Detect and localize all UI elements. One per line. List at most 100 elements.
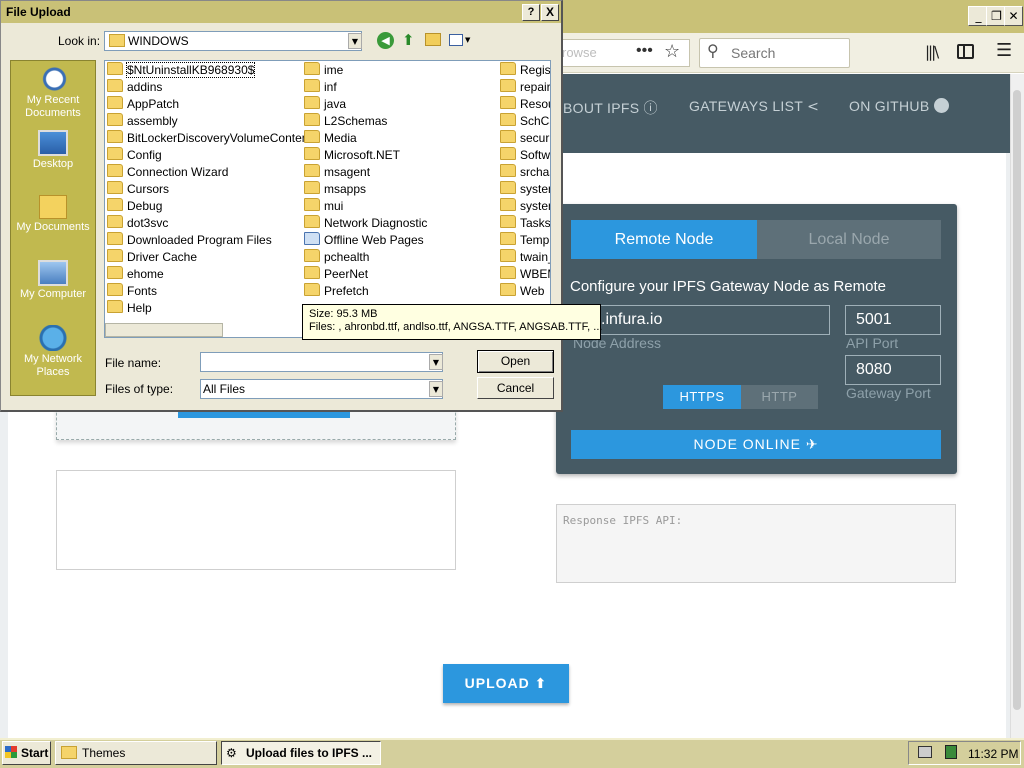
file-list-item[interactable]: Fonts [107, 283, 157, 299]
file-list-item[interactable]: Resour [500, 96, 550, 112]
place-desktop[interactable]: Desktop [10, 130, 96, 171]
file-list-item[interactable]: Media [304, 130, 357, 146]
api-port-field[interactable]: 5001 [845, 305, 941, 335]
node-online-label: NODE ONLINE [693, 436, 801, 452]
file-list-item[interactable]: repair [500, 79, 550, 95]
file-list-item[interactable]: Tasks [500, 215, 550, 231]
file-list-item[interactable]: Cursors [107, 181, 169, 197]
file-list-item[interactable]: inf [304, 79, 337, 95]
file-list-item[interactable]: twain_3 [500, 249, 550, 265]
file-list-item[interactable]: system3 [500, 198, 550, 214]
nav-about-ipfs[interactable]: BOUT IPFS ⓘ [563, 98, 658, 118]
folder-icon [107, 232, 123, 245]
file-list-item[interactable]: Prefetch [304, 283, 369, 299]
place-my-documents[interactable]: My Documents [10, 195, 96, 234]
new-folder-icon[interactable] [425, 33, 441, 46]
file-list-item[interactable]: BitLockerDiscoveryVolumeContents [107, 130, 318, 146]
chevron-down-icon[interactable]: ▼ [348, 33, 362, 49]
up-folder-icon[interactable]: ⬆ [402, 31, 415, 49]
recent-documents-icon [38, 66, 68, 92]
url-text: rowse [562, 45, 597, 60]
file-list-item[interactable]: msagent [304, 164, 370, 180]
chevron-down-icon[interactable]: ▼ [429, 381, 443, 397]
cancel-button[interactable]: Cancel [477, 377, 554, 399]
file-list-item[interactable]: addins [107, 79, 162, 95]
gateway-port-field[interactable]: 8080 [845, 355, 941, 385]
views-menu-icon[interactable] [449, 34, 463, 46]
network-places-icon [38, 325, 68, 351]
page-scroll-thumb[interactable] [1013, 90, 1021, 710]
nav-on-github[interactable]: ON GITHUB [849, 98, 949, 114]
file-list-item[interactable]: assembly [107, 113, 178, 129]
file-list-item[interactable]: AppPatch [107, 96, 179, 112]
file-list-item[interactable]: ehome [107, 266, 164, 282]
folder-icon [304, 198, 320, 211]
folder-icon [304, 96, 320, 109]
nav-gateways-list[interactable]: GATEWAYS LIST < [689, 98, 819, 115]
file-list-item[interactable]: PeerNet [304, 266, 368, 282]
upload-button[interactable]: UPLOAD ⬆ [443, 664, 569, 703]
file-list-item[interactable]: mui [304, 198, 343, 214]
back-icon[interactable]: ◀ [377, 32, 394, 49]
keyboard-icon[interactable] [918, 746, 932, 758]
http-toggle[interactable]: HTTP [741, 385, 818, 409]
file-list-item[interactable]: Config [107, 147, 162, 163]
open-button[interactable]: Open [477, 350, 554, 373]
file-list-item[interactable]: WBEM [500, 266, 550, 282]
file-list-item[interactable]: Downloaded Program Files [107, 232, 272, 248]
chevron-down-icon[interactable]: ▼ [465, 36, 470, 44]
folder-icon [107, 164, 123, 177]
sidebar-toggle-icon[interactable] [957, 44, 974, 59]
chevron-down-icon[interactable]: ▼ [429, 354, 443, 370]
output-textarea[interactable] [56, 470, 456, 570]
file-name-input[interactable] [200, 352, 443, 372]
library-icon[interactable]: |||\ [925, 43, 939, 61]
file-list-item[interactable]: msapps [304, 181, 366, 197]
file-list-item[interactable]: Microsoft.NET [304, 147, 400, 163]
file-list-item[interactable]: Connection Wizard [107, 164, 228, 180]
file-list-item[interactable]: srchass [500, 164, 550, 180]
dialog-help-button[interactable]: ? [522, 4, 540, 21]
file-list-item[interactable]: Temp [500, 232, 549, 248]
place-recent-documents[interactable]: My Recent Documents [10, 66, 96, 120]
file-column-1: $NtUninstallKB968930$ addins AppPatch assem… [107, 61, 318, 323]
node-online-button[interactable]: NODE ONLINE ✈ [571, 430, 941, 459]
file-list-item[interactable]: dot3svc [107, 215, 168, 231]
file-list-item[interactable]: L2Schemas [304, 113, 387, 129]
tab-local-node[interactable]: Local Node [757, 220, 941, 259]
folder-icon [107, 283, 123, 296]
page-actions-icon[interactable]: ••• [636, 42, 653, 60]
file-list-item[interactable]: pchealth [304, 249, 369, 265]
taskbar-item-themes[interactable]: Themes [55, 741, 217, 765]
tab-remote-node[interactable]: Remote Node [571, 220, 757, 259]
file-list-item[interactable]: Help [107, 300, 152, 316]
file-list-item[interactable]: Network Diagnostic [304, 215, 427, 231]
file-list-item[interactable]: Offline Web Pages [304, 232, 424, 248]
place-network-places[interactable]: My Network Places [10, 325, 96, 379]
hamburger-menu-icon[interactable]: ☰ [996, 40, 1012, 61]
place-my-computer[interactable]: My Computer [10, 260, 96, 301]
file-list-item[interactable]: Registr [500, 62, 550, 78]
file-list-item[interactable]: ime [304, 62, 343, 78]
folder-icon [61, 746, 77, 762]
file-list-scrollbar[interactable] [105, 323, 223, 337]
taskbar-item-upload[interactable]: ⚙ Upload files to IPFS ... [221, 741, 381, 765]
dialog-close-button[interactable]: X [541, 4, 559, 21]
bookmark-star-icon[interactable]: ☆ [664, 41, 680, 62]
https-toggle[interactable]: HTTPS [663, 385, 741, 409]
file-list-item[interactable]: Web [500, 283, 544, 299]
file-list-item[interactable]: system [500, 181, 550, 197]
file-list-item[interactable]: SchCac [500, 113, 550, 129]
file-list-item[interactable]: Softwa [500, 147, 550, 163]
file-list-item[interactable]: Debug [107, 198, 162, 214]
folder-icon [304, 62, 320, 75]
file-list-item[interactable]: security [500, 130, 550, 146]
network-icon[interactable] [945, 745, 957, 759]
node-address-field[interactable]: .infura.io [570, 305, 830, 335]
file-column-3: RegistrrepairResourSchCacsecuritySoftwas… [500, 61, 550, 301]
file-list-item[interactable]: Driver Cache [107, 249, 197, 265]
file-list-item[interactable]: $NtUninstallKB968930$ [107, 62, 256, 78]
look-in-label: Look in: [58, 34, 101, 48]
file-list-item[interactable]: java [304, 96, 346, 112]
close-button[interactable]: ✕ [1004, 6, 1023, 26]
